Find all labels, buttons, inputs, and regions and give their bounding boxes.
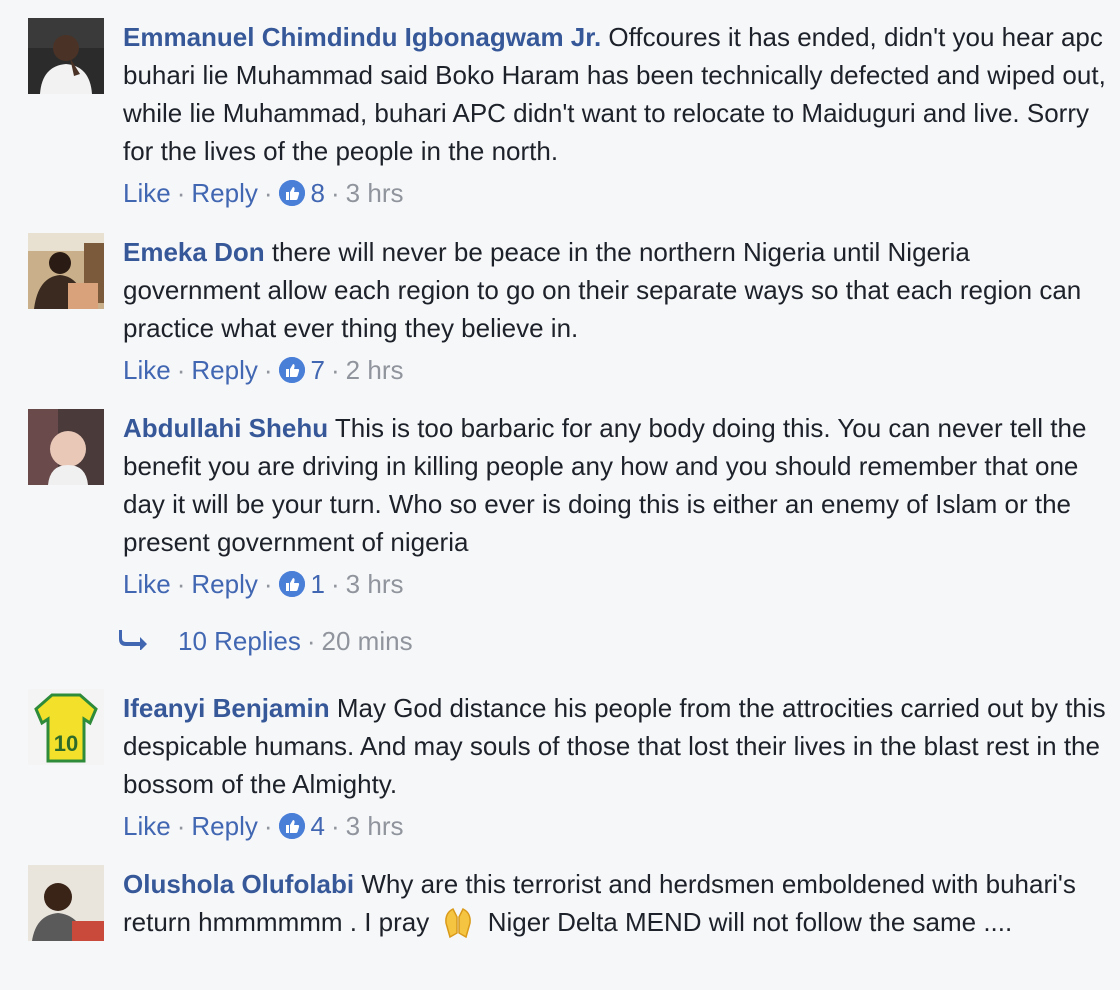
comment-text: Olushola Olufolabi Why are this terroris… [123,865,1113,941]
separator: · [263,569,273,599]
thumbs-up-icon[interactable] [278,180,305,206]
comment-timestamp[interactable]: 3 hrs [346,174,404,212]
comment-author[interactable]: Olushola Olufolabi [123,869,354,899]
thumbs-up-icon[interactable] [278,813,305,839]
replies-count-label[interactable]: 10 Replies [178,622,301,660]
avatar[interactable] [28,865,104,941]
separator: · [263,178,273,208]
comment-author[interactable]: Abdullahi Shehu [123,413,328,443]
comment-timestamp[interactable]: 3 hrs [346,565,404,603]
thumbs-up-icon[interactable] [278,357,305,383]
separator: · [176,569,186,599]
avatar[interactable] [28,233,104,309]
comment-author[interactable]: Ifeanyi Benjamin [123,693,330,723]
comment-timestamp[interactable]: 2 hrs [346,351,404,389]
comment-text: Abdullahi Shehu This is too barbaric for… [123,409,1113,561]
comment-author[interactable]: Emmanuel Chimdindu Igbonagwam Jr. [123,22,601,52]
comment-actions: Like · Reply · 7 · 2 hrs [123,351,1113,389]
comment-actions: Like · Reply · 1 · 3 hrs [123,565,1113,603]
separator: · [176,811,186,841]
comment: 10 Ifeanyi Benjamin May God distance his… [28,689,1113,849]
view-replies-link[interactable]: 10 Replies · 20 mins [118,622,413,660]
replies-timestamp: 20 mins [321,626,413,656]
reaction-count[interactable]: 4 [311,807,325,845]
comment-body: Ifeanyi Benjamin May God distance his pe… [123,689,1113,845]
comment-author[interactable]: Emeka Don [123,237,265,267]
separator: · [176,355,186,385]
comment-text: Emeka Don there will never be peace in t… [123,233,1113,347]
comment: Abdullahi Shehu This is too barbaric for… [28,409,1113,609]
reply-link[interactable]: Reply [191,351,257,389]
like-link[interactable]: Like [123,565,171,603]
reply-link[interactable]: Reply [191,174,257,212]
comment-actions: Like · Reply · 8 · 3 hrs [123,174,1113,212]
thumbs-up-icon[interactable] [278,571,305,597]
comment-body: Emeka Don there will never be peace in t… [123,233,1113,389]
comment-timestamp[interactable]: 3 hrs [346,807,404,845]
comment-body: Abdullahi Shehu This is too barbaric for… [123,409,1113,603]
like-link[interactable]: Like [123,174,171,212]
comment-message-part-2: Niger Delta MEND will not follow the sam… [480,907,1013,937]
avatar[interactable]: 10 [28,689,104,765]
comment: Emeka Don there will never be peace in t… [28,233,1113,393]
comment: Emmanuel Chimdindu Igbonagwam Jr. Offcou… [28,18,1113,218]
reaction-count[interactable]: 7 [311,351,325,389]
avatar[interactable] [28,18,104,94]
separator: · [263,355,273,385]
comment-body: Emmanuel Chimdindu Igbonagwam Jr. Offcou… [123,18,1113,212]
like-link[interactable]: Like [123,351,171,389]
separator: · [331,178,340,208]
like-link[interactable]: Like [123,807,171,845]
reaction-count[interactable]: 1 [311,565,325,603]
comment-text: Emmanuel Chimdindu Igbonagwam Jr. Offcou… [123,18,1113,170]
comment: Olushola Olufolabi Why are this terroris… [28,865,1113,990]
separator: · [306,626,316,656]
reply-link[interactable]: Reply [191,565,257,603]
comment-message: there will never be peace in the norther… [123,237,1082,343]
avatar[interactable] [28,409,104,485]
separator: · [331,569,340,599]
jersey-number: 10 [54,731,78,756]
separator: · [331,811,340,841]
separator: · [331,355,340,385]
reaction-count[interactable]: 8 [311,174,325,212]
comment-text: Ifeanyi Benjamin May God distance his pe… [123,689,1113,803]
comment-actions: Like · Reply · 4 · 3 hrs [123,807,1113,845]
praying-hands-emoji-icon [440,903,476,939]
reply-link[interactable]: Reply [191,807,257,845]
comment-body: Olushola Olufolabi Why are this terroris… [123,865,1113,941]
reply-arrow-icon [118,622,150,660]
separator: · [176,178,186,208]
separator: · [263,811,273,841]
